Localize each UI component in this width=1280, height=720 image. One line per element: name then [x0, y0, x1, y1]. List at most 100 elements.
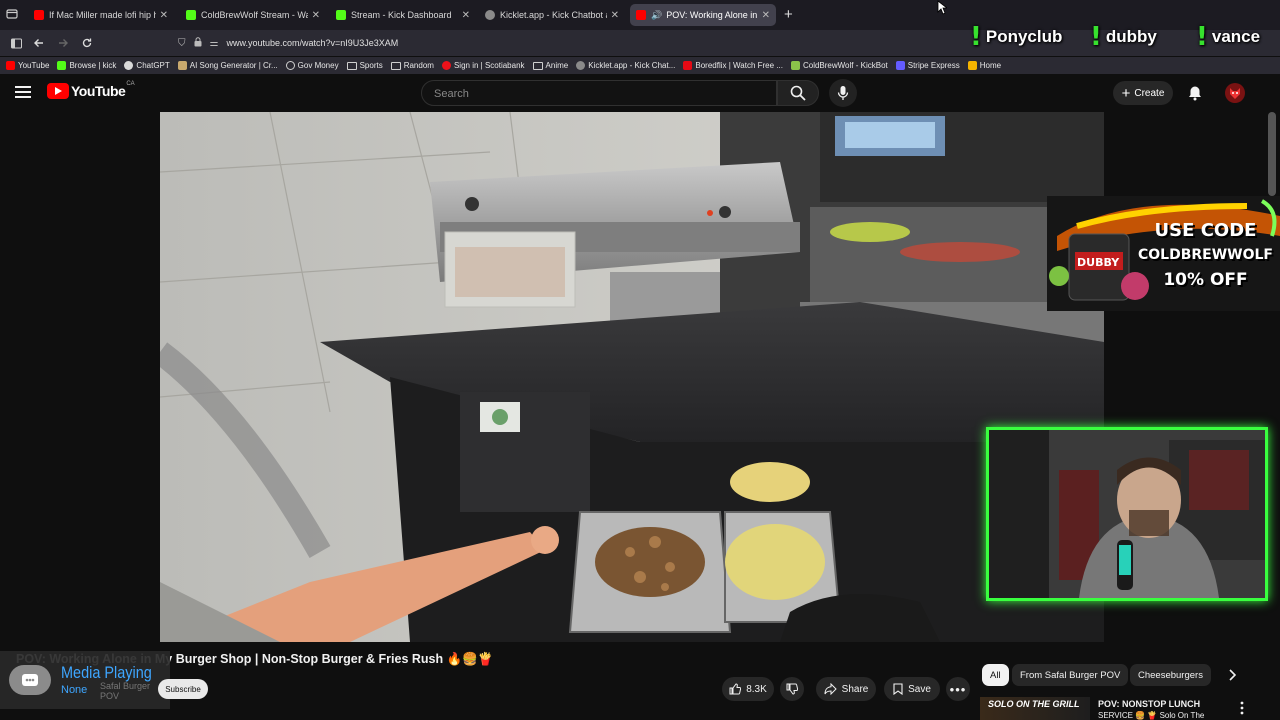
mouse-cursor-icon [937, 0, 947, 15]
bookmark-folder-random[interactable]: Random [390, 61, 434, 70]
bookmark-folder-anime[interactable]: Anime [532, 61, 568, 70]
kicklet-favicon-icon [485, 10, 495, 20]
more-actions-button[interactable]: ••• [946, 677, 970, 701]
bookmark-label: Random [403, 61, 434, 70]
bookmark-label: Gov Money [297, 61, 339, 70]
lock-icon[interactable] [194, 36, 202, 50]
create-button[interactable]: + Create [1113, 81, 1173, 105]
recommended-video-title[interactable]: POV: NONSTOP LUNCH [1098, 699, 1238, 710]
close-tab-icon[interactable]: ✕ [611, 10, 619, 21]
tab-title: Stream - Kick Dashboard [351, 10, 452, 20]
browser-tab[interactable]: ColdBrewWolf Stream - Watch Liv ✕ [180, 4, 326, 26]
youtube-logo[interactable]: YouTube CA [47, 81, 135, 99]
bookmark-folder-sports[interactable]: Sports [346, 61, 383, 70]
bookmark-boredflix[interactable]: Boredflix | Watch Free ... [683, 61, 783, 70]
hamburger-menu-icon[interactable] [15, 85, 31, 99]
chip-cheeseburgers[interactable]: Cheeseburgers [1130, 664, 1211, 686]
share-label: Share [841, 683, 869, 695]
speaker-icon[interactable]: 🔊 [651, 10, 662, 21]
bookmark-youtube[interactable]: YouTube [6, 61, 49, 70]
browser-tab[interactable]: If Mac Miller made lofi hip hop ✕ [28, 4, 174, 26]
thumbs-up-icon [729, 683, 742, 695]
recommended-more-icon[interactable] [1240, 701, 1244, 720]
recommended-video-thumbnail[interactable]: SOLO ON THE GRILL [980, 697, 1090, 720]
subscribe-button[interactable]: Subscribe [158, 679, 208, 699]
save-button[interactable]: Save [884, 677, 940, 701]
chip-all[interactable]: All [982, 664, 1009, 686]
like-button[interactable]: 8.3K [722, 677, 774, 701]
browser-tab-active[interactable]: 🔊 POV: Working Alone in My ✕ [630, 4, 776, 26]
folder-icon [390, 61, 401, 70]
tab-title: If Mac Miller made lofi hip hop [49, 10, 156, 20]
command-label: Ponyclub [985, 27, 1063, 46]
search-box[interactable] [421, 80, 777, 106]
voice-search-button[interactable] [829, 79, 857, 107]
kick-favicon-icon [57, 61, 67, 70]
page-scrollbar[interactable] [1268, 112, 1276, 196]
browser-tab[interactable]: Stream - Kick Dashboard ✕ [330, 4, 476, 26]
command-label: dubby [1105, 27, 1157, 46]
bookmark-stripe[interactable]: Stripe Express [895, 61, 960, 70]
close-tab-icon[interactable]: ✕ [160, 10, 168, 21]
url-bar[interactable]: ⛉ ⚌ www.youtube.com/watch?v=nI9U3Je3XAM [178, 33, 958, 53]
youtube-favicon-icon [34, 10, 44, 20]
youtube-masthead: YouTube CA + Create [0, 74, 1280, 112]
bookmark-label: AI Song Generator | Cr... [189, 61, 278, 70]
streamer-webcam [986, 427, 1268, 601]
new-tab-button[interactable]: + [784, 6, 793, 23]
save-label: Save [908, 683, 931, 695]
bookmark-ai-song[interactable]: AI Song Generator | Cr... [177, 61, 278, 70]
sponsor-code-text: USE CODE COLDBREWWOLF 10% OFF [1133, 218, 1278, 293]
shield-icon[interactable]: ⛉ [178, 38, 186, 49]
bookmark-kickbot[interactable]: ColdBrewWolf - KickBot [790, 61, 888, 70]
close-tab-icon[interactable]: ✕ [462, 10, 470, 21]
account-avatar[interactable] [1225, 83, 1245, 103]
video-player[interactable] [160, 112, 1104, 642]
bookmark-save-icon [893, 683, 903, 695]
bookmark-chatgpt[interactable]: ChatGPT [124, 61, 170, 70]
share-button[interactable]: Share [816, 677, 876, 701]
dislike-button[interactable] [780, 677, 804, 701]
sponsor-line-3: 10% OFF [1163, 270, 1248, 290]
sponsor-overlay: DUBBY USE CODE COLDBREWWOLF 10% OFF [1047, 196, 1280, 311]
back-icon[interactable] [31, 35, 47, 51]
bookmark-kicklet[interactable]: Kicklet.app - Kick Chat... [576, 61, 675, 70]
close-tab-icon[interactable]: ✕ [762, 10, 770, 21]
bookmarks-bar: YouTube Browse | kick ChatGPT AI Song Ge… [0, 57, 1280, 74]
wolf-avatar-icon [1230, 88, 1240, 99]
tab-list-icon[interactable] [6, 8, 18, 20]
tab-title: POV: Working Alone in My [666, 10, 758, 20]
bookmark-browse-kick[interactable]: Browse | kick [57, 61, 116, 70]
microphone-icon [837, 86, 849, 100]
forward-icon[interactable] [55, 35, 71, 51]
notifications-bell-icon[interactable] [1187, 85, 1203, 101]
chip-label: All [990, 669, 1001, 681]
bookmark-home[interactable]: Home [967, 61, 1002, 70]
bookmark-scotiabank[interactable]: Sign in | Scotiabank [441, 61, 525, 70]
media-app-icon [9, 665, 51, 695]
bookmark-label: ChatGPT [136, 61, 170, 70]
bookmark-label: Browse | kick [69, 61, 117, 70]
home-favicon-icon [967, 61, 977, 70]
scotiabank-favicon-icon [441, 61, 451, 70]
video-frame-kitchen [160, 112, 1104, 642]
youtube-favicon-icon [636, 10, 646, 20]
bookmark-label: Home [979, 61, 1002, 70]
folder-icon [532, 61, 543, 70]
close-tab-icon[interactable]: ✕ [312, 10, 320, 21]
browser-tab[interactable]: Kicklet.app - Kick Chatbot and C ✕ [479, 4, 625, 26]
bookmark-label: Sports [359, 61, 383, 70]
region-code: CA [126, 81, 135, 87]
kick-favicon-icon [336, 10, 346, 20]
sidebar-toggle-icon[interactable] [8, 35, 24, 51]
chip-scroll-next-icon[interactable] [1222, 664, 1242, 686]
search-input[interactable] [432, 87, 766, 101]
youtube-wordmark: YouTube [71, 83, 126, 99]
chip-from-channel[interactable]: From Safal Burger POV [1012, 664, 1129, 686]
reload-icon[interactable] [79, 35, 95, 51]
search-button[interactable] [777, 80, 819, 106]
sponsor-brand: DUBBY [1077, 256, 1120, 269]
globe-icon [285, 61, 295, 70]
site-permissions-icon[interactable]: ⚌ [210, 38, 219, 49]
bookmark-gov-money[interactable]: Gov Money [285, 61, 339, 70]
